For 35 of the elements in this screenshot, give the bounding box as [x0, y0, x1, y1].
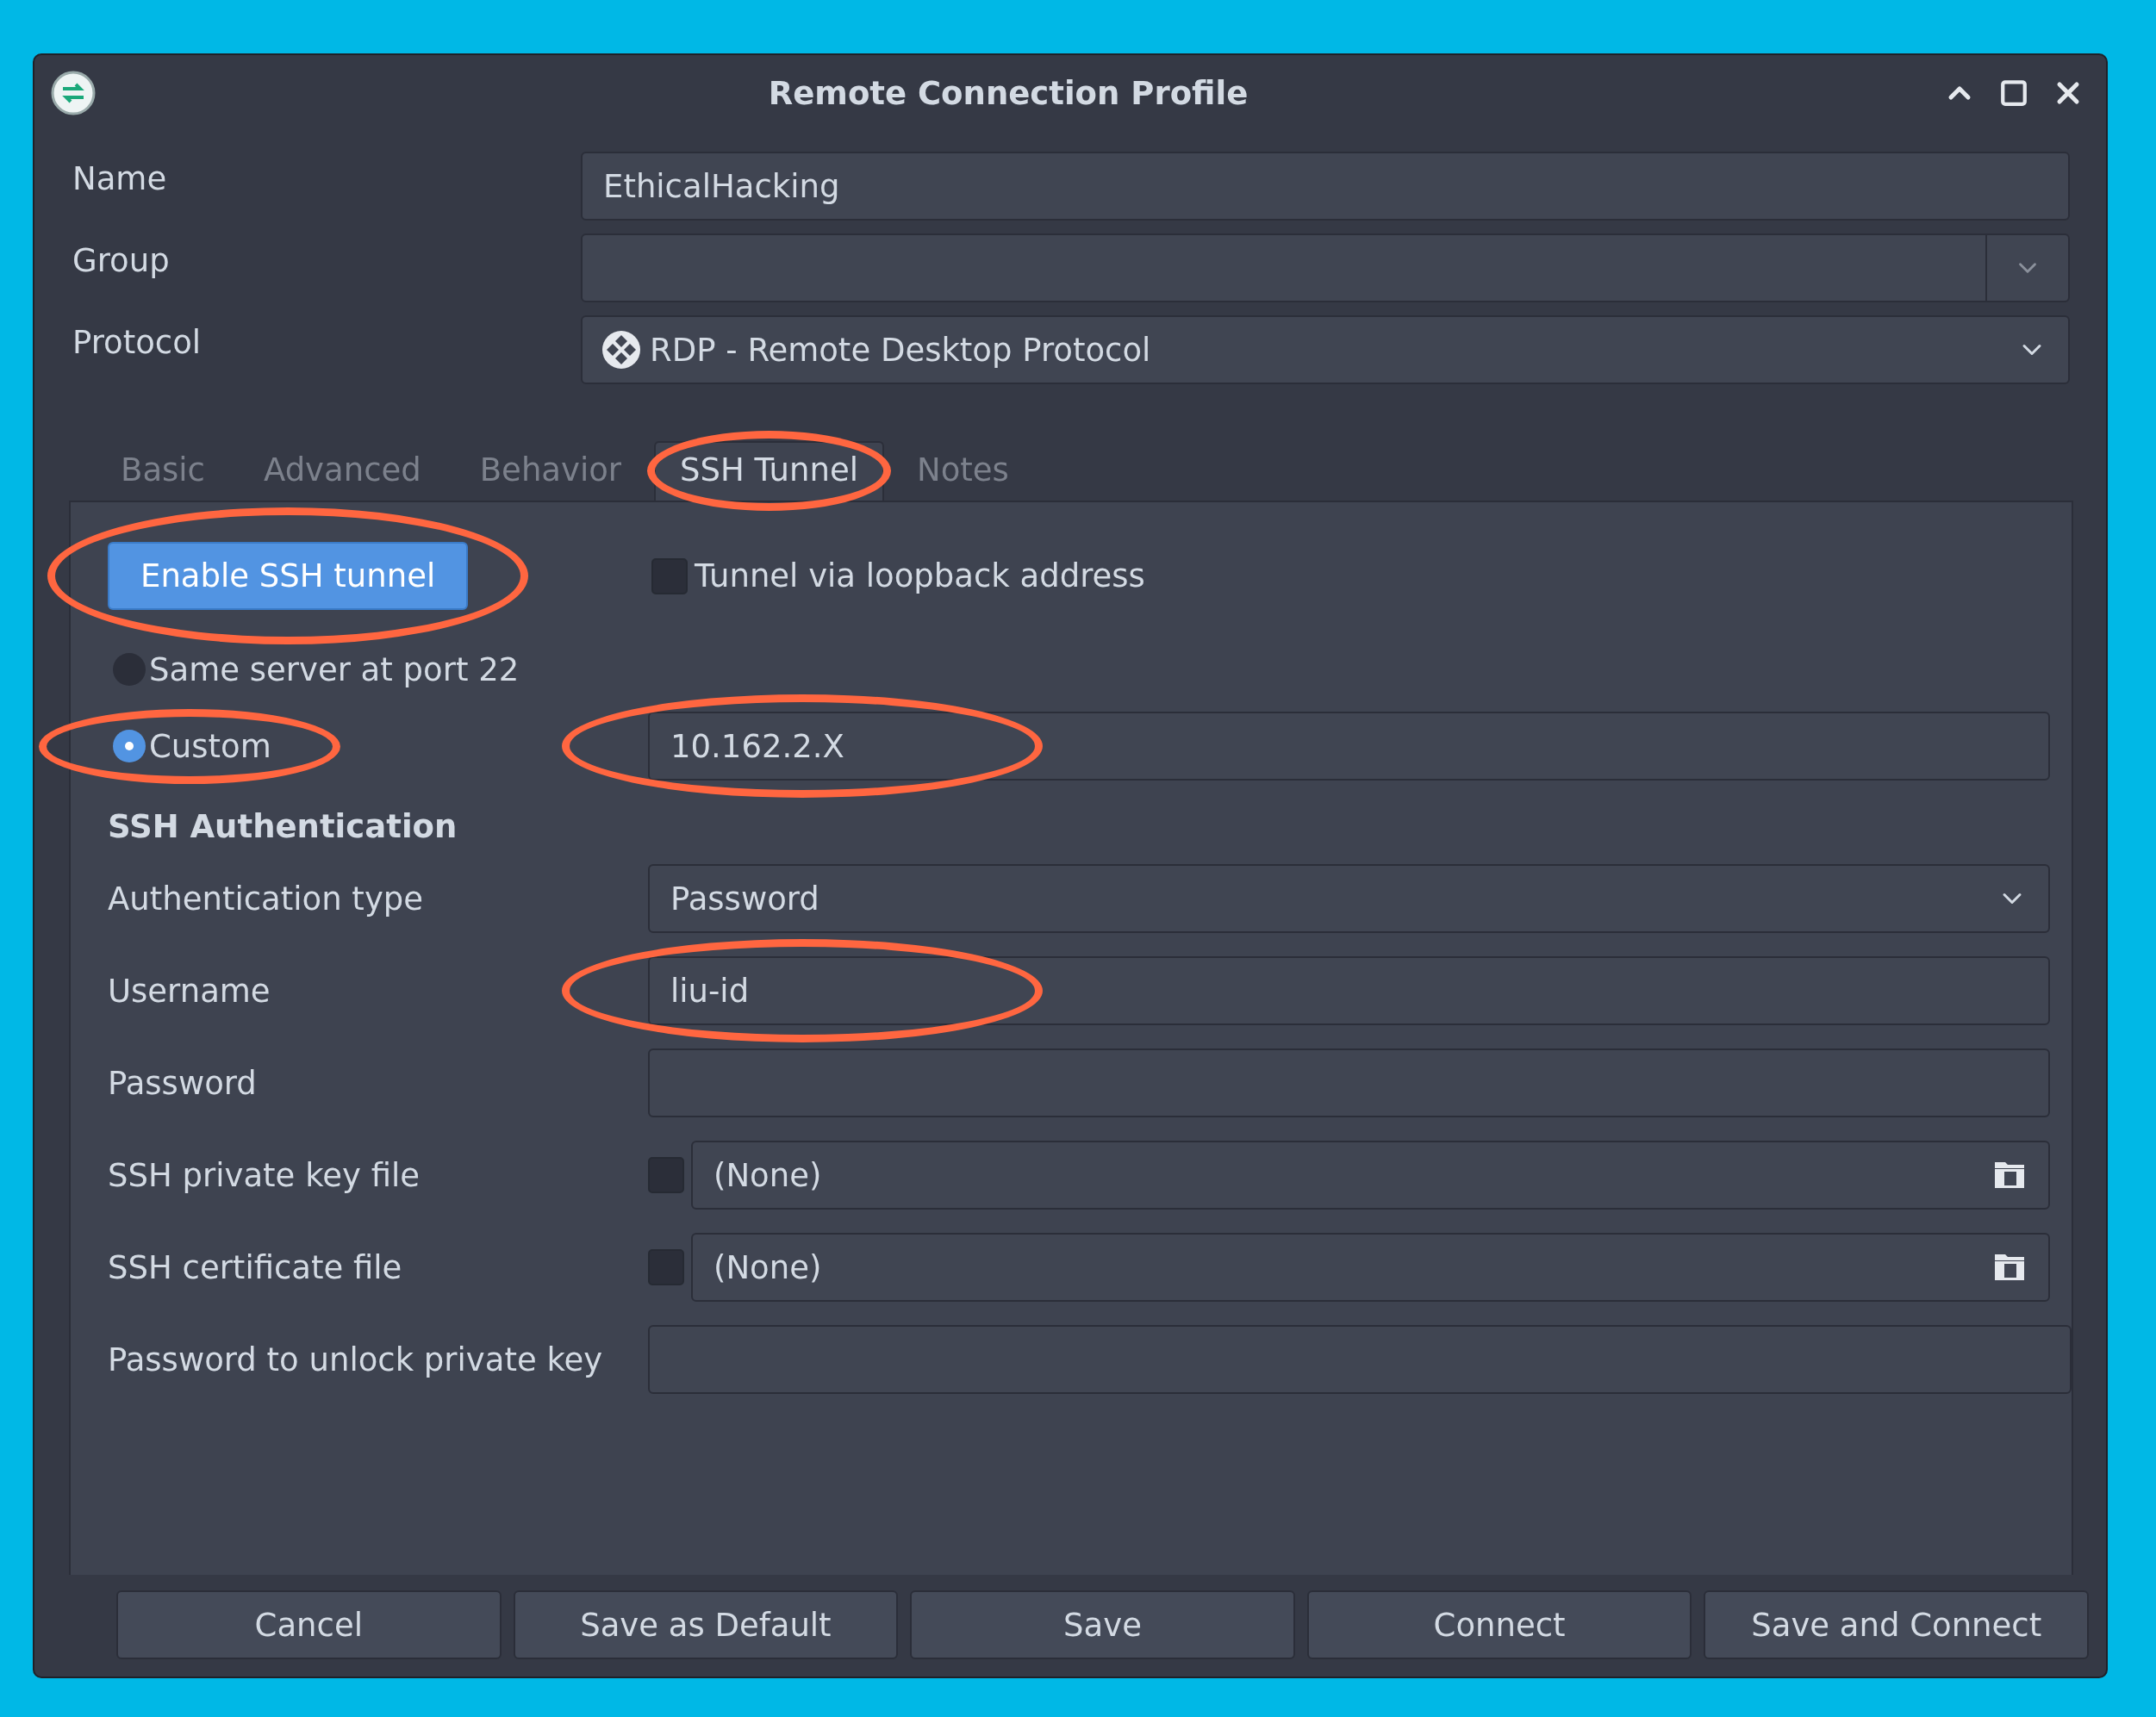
dialog-button[interactable]: Save and Connect [1704, 1590, 2089, 1659]
protocol-icon [601, 330, 641, 370]
username-field[interactable]: liu-id [648, 956, 2050, 1025]
field-label: Username [108, 972, 271, 1010]
checkbox[interactable] [648, 1249, 684, 1285]
field-label: SSH certificate file [108, 1248, 403, 1286]
password-field[interactable] [648, 1048, 2050, 1117]
field-label: Password [108, 1064, 258, 1102]
radio-button[interactable]: Custom [108, 727, 271, 765]
field-label: Group [72, 241, 171, 279]
field-label: Authentication type [108, 880, 425, 918]
name-field[interactable]: EthicalHacking [581, 152, 2070, 221]
field-label: Protocol [72, 323, 203, 361]
auth-type-select[interactable]: Password [648, 864, 2050, 933]
field-label: Name [72, 159, 168, 197]
dialog-button[interactable]: Save as Default [513, 1590, 899, 1659]
radio-button[interactable]: Same server at port 22 [108, 650, 520, 688]
password-field[interactable] [648, 1325, 2072, 1394]
tab[interactable]: SSH Tunnel [654, 441, 884, 501]
section-heading: SSH Authentication [108, 808, 458, 845]
file-field[interactable]: (None) [691, 1233, 2050, 1302]
dialog-button[interactable]: Connect [1306, 1590, 1692, 1659]
protocol-select[interactable]: RDP - Remote Desktop Protocol [581, 315, 2070, 384]
dialog-button[interactable]: Cancel [116, 1590, 502, 1659]
file-field[interactable]: (None) [691, 1141, 2050, 1210]
window-title: Remote Connection Profile [767, 74, 1249, 112]
loopback-checkbox[interactable]: Tunnel via loopback address [648, 557, 2072, 594]
dialog-button[interactable]: Save [910, 1590, 1295, 1659]
checkbox[interactable] [648, 1157, 684, 1193]
field-label: Password to unlock private key [108, 1341, 604, 1378]
field-label: SSH private key file [108, 1156, 421, 1194]
host-field[interactable]: 10.162.2.X [648, 712, 2050, 781]
app-logo-icon [50, 70, 97, 116]
maximize-button[interactable] [1999, 78, 2028, 108]
group-combo[interactable] [581, 233, 2070, 302]
